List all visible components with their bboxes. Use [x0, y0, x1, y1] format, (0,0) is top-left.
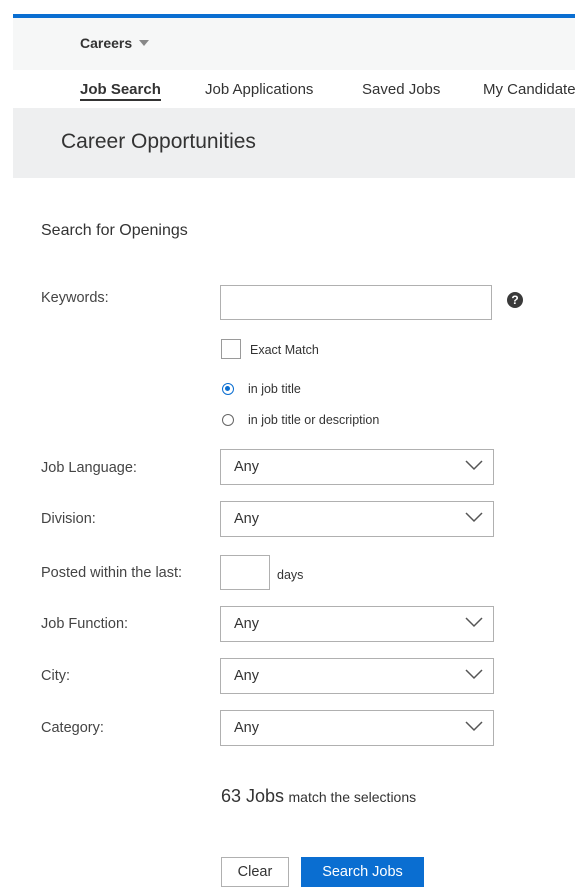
city-value: Any: [234, 668, 259, 684]
keywords-label: Keywords:: [41, 290, 109, 306]
posted-within-label: Posted within the last:: [41, 565, 183, 581]
clear-button[interactable]: Clear: [221, 857, 289, 887]
tab-job-search[interactable]: Job Search: [80, 81, 161, 101]
chevron-down-icon: [465, 460, 483, 471]
radio-in-job-title-label: in job title: [248, 382, 301, 396]
radio-in-job-title-or-description-label: in job title or description: [248, 413, 380, 427]
exact-match-label: Exact Match: [250, 343, 319, 357]
search-jobs-button[interactable]: Search Jobs: [301, 857, 424, 887]
caret-down-icon: [139, 40, 150, 46]
tab-my-candidate-profile[interactable]: My Candidate Profile: [483, 81, 575, 98]
nav-tabs: Job Search Job Applications Saved Jobs M…: [13, 70, 575, 108]
chevron-down-icon: [465, 721, 483, 732]
careers-menu-label: Careers: [80, 35, 133, 51]
chevron-down-icon: [465, 512, 483, 523]
posted-days-unit: days: [277, 568, 304, 582]
city-select[interactable]: Any: [220, 658, 494, 694]
chevron-down-icon: [465, 617, 483, 628]
category-label: Category:: [41, 720, 104, 736]
help-icon[interactable]: ?: [507, 292, 523, 308]
city-label: City:: [41, 668, 70, 684]
results-count: 63 Jobs: [221, 786, 285, 806]
careers-menu[interactable]: Careers: [80, 35, 150, 51]
category-select[interactable]: Any: [220, 710, 494, 746]
job-function-select[interactable]: Any: [220, 606, 494, 642]
chevron-down-icon: [465, 669, 483, 680]
page-title: Career Opportunities: [61, 130, 256, 153]
exact-match-checkbox[interactable]: [221, 339, 241, 359]
results-count-line: 63 Jobs match the selections: [221, 786, 416, 807]
tab-job-applications[interactable]: Job Applications: [205, 81, 313, 98]
job-function-label: Job Function:: [41, 616, 129, 632]
job-language-label: Job Language:: [41, 460, 137, 476]
division-label: Division:: [41, 511, 96, 527]
section-title: Search for Openings: [41, 222, 188, 239]
results-suffix: match the selections: [288, 789, 417, 805]
job-language-value: Any: [234, 459, 259, 475]
division-select[interactable]: Any: [220, 501, 494, 537]
division-value: Any: [234, 511, 259, 527]
category-value: Any: [234, 720, 259, 736]
tab-saved-jobs[interactable]: Saved Jobs: [362, 81, 440, 98]
posted-days-input[interactable]: [220, 555, 270, 590]
job-function-value: Any: [234, 616, 259, 632]
job-language-select[interactable]: Any: [220, 449, 494, 485]
keywords-input[interactable]: [220, 285, 492, 320]
radio-in-job-title-or-description[interactable]: [222, 414, 234, 426]
radio-in-job-title[interactable]: [222, 383, 234, 395]
